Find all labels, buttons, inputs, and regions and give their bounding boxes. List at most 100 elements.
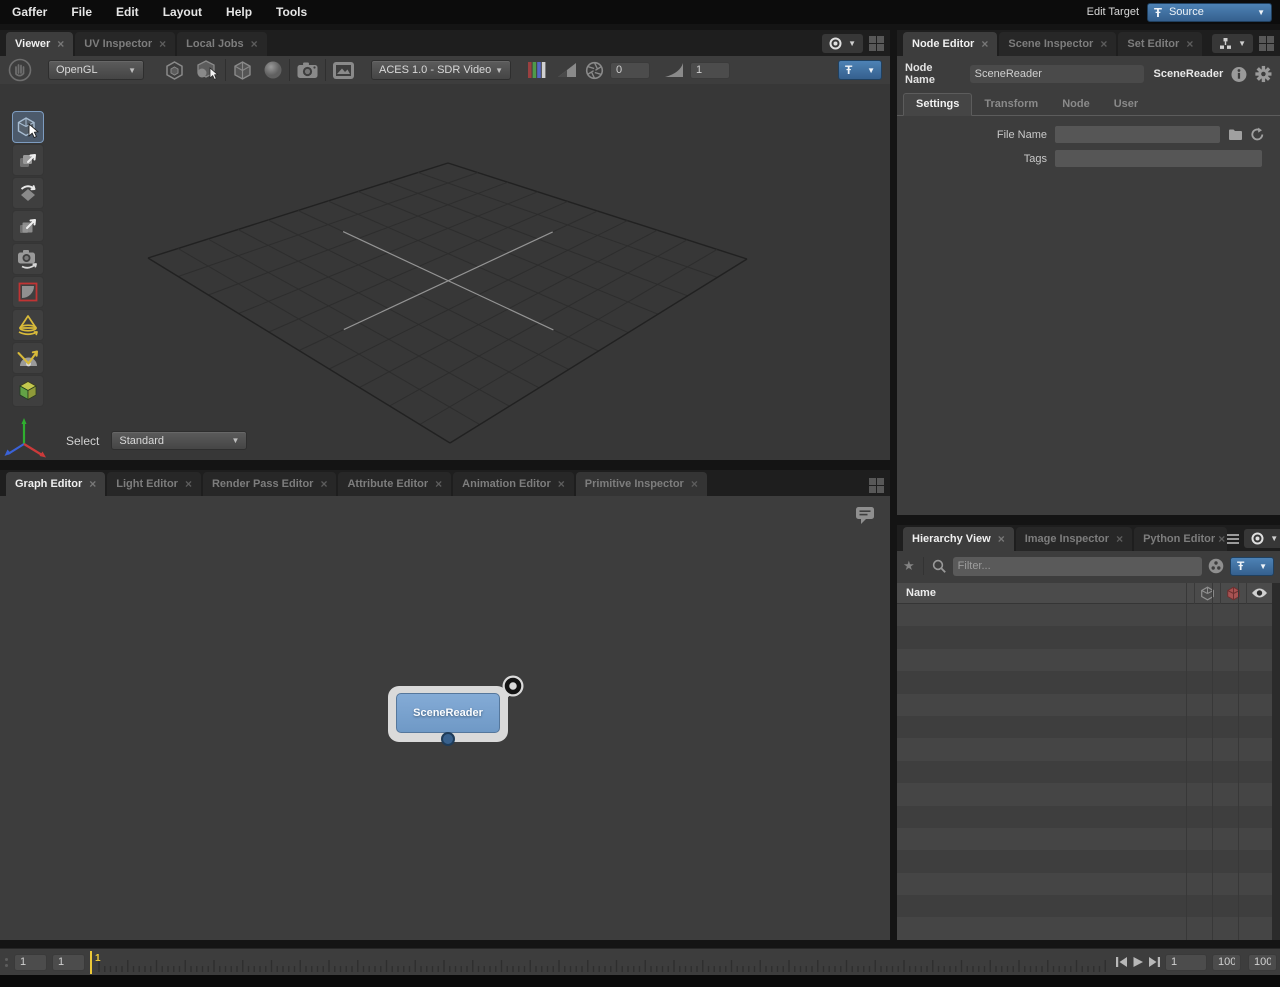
menu-edit[interactable]: Edit [104, 5, 151, 19]
viewer-editor-focus-dropdown[interactable]: Ŧ ▼ [838, 60, 882, 80]
hierarchy-filter-input[interactable] [953, 557, 1202, 576]
tab-render-pass-editor[interactable]: Render Pass Editor × [203, 472, 337, 496]
info-icon[interactable] [1231, 66, 1247, 83]
node-editor-follow-dropdown[interactable]: ▼ [1212, 34, 1253, 53]
layout-grid-icon[interactable] [1259, 36, 1274, 51]
node-output-port[interactable] [441, 732, 455, 746]
select-tool-button[interactable] [12, 111, 44, 143]
folder-browse-icon[interactable] [1228, 128, 1243, 141]
pan-hand-icon[interactable] [8, 58, 32, 82]
light-tool-button[interactable] [12, 309, 44, 341]
aperture-icon[interactable] [585, 61, 604, 80]
exposure-field[interactable] [610, 62, 650, 79]
tab-scene-inspector[interactable]: Scene Inspector × [999, 32, 1116, 56]
skip-to-end-button[interactable] [1148, 956, 1161, 968]
exclusions-column-header[interactable] [1220, 583, 1246, 604]
hierarchy-editor-focus-dropdown[interactable]: Ŧ ▼ [1230, 557, 1274, 576]
name-column-header[interactable]: Name [897, 587, 1194, 599]
layout-grid-icon[interactable] [869, 36, 884, 51]
gamma-field[interactable] [690, 62, 730, 79]
close-icon[interactable]: × [691, 477, 698, 491]
tab-set-editor[interactable]: Set Editor × [1118, 32, 1202, 56]
camera-icon[interactable] [296, 60, 319, 80]
tab-node-editor[interactable]: Node Editor × [903, 32, 997, 56]
tags-input[interactable] [1055, 150, 1262, 167]
close-icon[interactable]: × [1218, 532, 1225, 546]
timeline-playhead[interactable] [90, 951, 92, 974]
close-icon[interactable]: × [251, 37, 258, 51]
hierarchy-list[interactable] [897, 604, 1272, 940]
graph-canvas[interactable]: SceneReader [0, 496, 890, 940]
play-button[interactable] [1132, 956, 1144, 968]
viewer-pin-target-dropdown[interactable]: ▼ [822, 34, 863, 53]
close-icon[interactable]: × [89, 477, 96, 491]
camera-tool-button[interactable] [12, 243, 44, 275]
skip-to-start-button[interactable] [1115, 956, 1128, 968]
frame-range-end-field[interactable] [1212, 954, 1241, 971]
subtab-settings[interactable]: Settings [903, 93, 972, 116]
inclusions-column-header[interactable] [1194, 583, 1220, 604]
timeline-ruler[interactable]: 1 [85, 949, 1113, 976]
node-name-input[interactable] [970, 65, 1144, 83]
translate-tool-button[interactable] [12, 144, 44, 176]
gear-icon[interactable] [1255, 65, 1272, 83]
layout-grid-icon[interactable] [869, 478, 884, 493]
subtab-node[interactable]: Node [1050, 94, 1102, 115]
selection-mode-dropdown[interactable]: Standard ▼ [111, 431, 247, 450]
colorspace-dropdown[interactable]: ACES 1.0 - SDR Video ▼ [371, 60, 511, 80]
menu-help[interactable]: Help [214, 5, 264, 19]
current-frame-field[interactable] [52, 954, 85, 971]
light-position-tool-button[interactable] [12, 342, 44, 374]
close-icon[interactable]: × [159, 37, 166, 51]
tab-graph-editor[interactable]: Graph Editor × [6, 472, 105, 496]
playback-range-end-field[interactable] [1248, 954, 1277, 971]
close-icon[interactable]: × [320, 477, 327, 491]
node-body[interactable]: SceneReader [396, 693, 500, 733]
close-icon[interactable]: × [998, 532, 1005, 546]
renderer-dropdown[interactable]: OpenGL ▼ [48, 60, 144, 80]
close-icon[interactable]: × [1186, 37, 1193, 51]
scrollbar-track[interactable] [1272, 583, 1280, 940]
bounding-box-icon[interactable] [164, 60, 185, 81]
frame-range-start-field[interactable] [14, 954, 47, 971]
tab-animation-editor[interactable]: Animation Editor × [453, 472, 574, 496]
close-icon[interactable]: × [435, 477, 442, 491]
tab-primitive-inspector[interactable]: Primitive Inspector × [576, 472, 707, 496]
tab-image-inspector[interactable]: Image Inspector × [1016, 527, 1132, 551]
close-icon[interactable]: × [1116, 532, 1123, 546]
close-icon[interactable]: × [185, 477, 192, 491]
close-icon[interactable]: × [57, 37, 64, 51]
reload-icon[interactable] [1250, 127, 1265, 142]
hierarchy-pin-target-dropdown[interactable]: ▼ [1244, 529, 1280, 548]
menu-gaffer[interactable]: Gaffer [0, 5, 59, 19]
bookmarks-icon[interactable]: ★ [903, 558, 915, 574]
menu-tools[interactable]: Tools [264, 5, 319, 19]
menu-file[interactable]: File [59, 5, 104, 19]
tab-viewer[interactable]: Viewer × [6, 32, 73, 56]
crop-window-tool-button[interactable] [12, 276, 44, 308]
tab-local-jobs[interactable]: Local Jobs × [177, 32, 266, 56]
render-image-icon[interactable] [332, 61, 355, 80]
close-icon[interactable]: × [1100, 37, 1107, 51]
node-plug-icon[interactable] [497, 672, 527, 702]
wireframe-cube-icon[interactable] [232, 60, 253, 81]
edit-target-source-dropdown[interactable]: Ŧ Source ▼ [1147, 3, 1272, 22]
gamma-icon[interactable] [664, 61, 684, 79]
tab-uv-inspector[interactable]: UV Inspector × [75, 32, 175, 56]
tab-attribute-editor[interactable]: Attribute Editor × [338, 472, 451, 496]
subtab-transform[interactable]: Transform [972, 94, 1050, 115]
select-objects-icon[interactable] [195, 60, 219, 81]
close-icon[interactable]: × [558, 477, 565, 491]
scene-reader-node[interactable]: SceneReader [388, 686, 508, 742]
close-icon[interactable]: × [981, 37, 988, 51]
file-name-input[interactable] [1055, 126, 1220, 143]
shaded-sphere-icon[interactable] [263, 60, 283, 80]
tab-hierarchy-view[interactable]: Hierarchy View × [903, 527, 1014, 551]
scale-tool-button[interactable] [12, 210, 44, 242]
scene-view-tool-button[interactable] [12, 375, 44, 407]
visibility-column-header[interactable] [1246, 583, 1272, 604]
exposure-icon[interactable] [557, 61, 577, 79]
viewport-3d[interactable]: Select Standard ▼ [0, 84, 890, 460]
frame-entry-field[interactable] [1165, 954, 1207, 971]
annotation-icon[interactable] [854, 505, 876, 525]
